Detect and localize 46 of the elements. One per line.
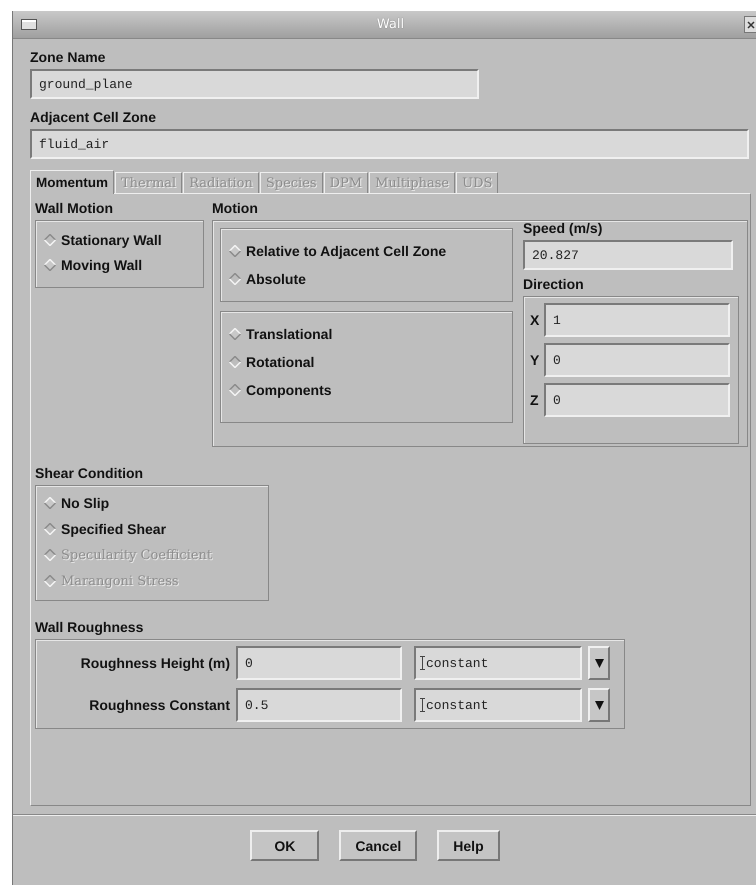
tab[interactable]: Momentum [30, 170, 114, 194]
dropdown-button[interactable] [588, 646, 610, 680]
text-cursor-icon [420, 656, 425, 670]
roughness-field[interactable]: 0 [236, 646, 402, 680]
direction-field[interactable]: 0 [544, 383, 730, 417]
close-icon [746, 20, 754, 28]
radio-option[interactable]: Components [229, 376, 504, 404]
field-label: Roughness Constant [88, 697, 230, 713]
radio-option[interactable]: No Slip [44, 490, 260, 516]
roughness-field[interactable]: 0.5 [236, 688, 402, 722]
radio-option[interactable]: Rotational [229, 348, 504, 376]
direction-field[interactable]: 1 [544, 303, 730, 337]
axis-label: Y [530, 352, 540, 368]
zone-name-field[interactable]: ground_plane [30, 69, 479, 99]
radio-option[interactable]: Specified Shear [44, 516, 260, 542]
direction-field[interactable]: 0 [544, 343, 730, 377]
dialog-button[interactable]: OK [250, 830, 320, 861]
axis-label: X [530, 312, 540, 328]
radio-option[interactable]: Stationary Wall [44, 227, 195, 252]
field-label: Speed (m/s) [523, 220, 604, 236]
radio-option[interactable]: Relative to Adjacent Cell Zone [229, 237, 504, 265]
group-label: Direction [523, 276, 585, 292]
field-label: Zone Name [30, 49, 106, 65]
window-title: Wall [376, 17, 406, 32]
field-label: Adjacent Cell Zone [30, 109, 158, 125]
text-cursor-icon [420, 698, 425, 712]
radio-option[interactable]: Absolute [229, 265, 504, 293]
dropdown-button[interactable] [588, 688, 610, 722]
radio-option[interactable]: Translational [229, 320, 504, 348]
caret-icon [594, 700, 604, 710]
method-field[interactable]: constant [414, 688, 582, 722]
group-label: Wall Motion [35, 200, 114, 216]
group-label: Motion [212, 200, 259, 216]
caret-icon [594, 658, 604, 668]
adjacent-cell-zone-field[interactable]: fluid_air [30, 129, 749, 159]
radio-option[interactable]: Moving Wall [44, 252, 195, 277]
method-field[interactable]: constant [414, 646, 582, 680]
close-button[interactable] [744, 16, 756, 33]
axis-label: Z [530, 392, 540, 408]
group-label: Wall Roughness [35, 619, 144, 635]
window-menu-icon[interactable] [21, 19, 37, 30]
dialog-button[interactable]: Help [437, 830, 500, 861]
dialog-button[interactable]: Cancel [339, 830, 418, 861]
speed-field[interactable]: 20.827 [523, 240, 733, 270]
field-label: Roughness Height (m) [80, 655, 230, 671]
group-label: Shear Condition [35, 465, 144, 481]
